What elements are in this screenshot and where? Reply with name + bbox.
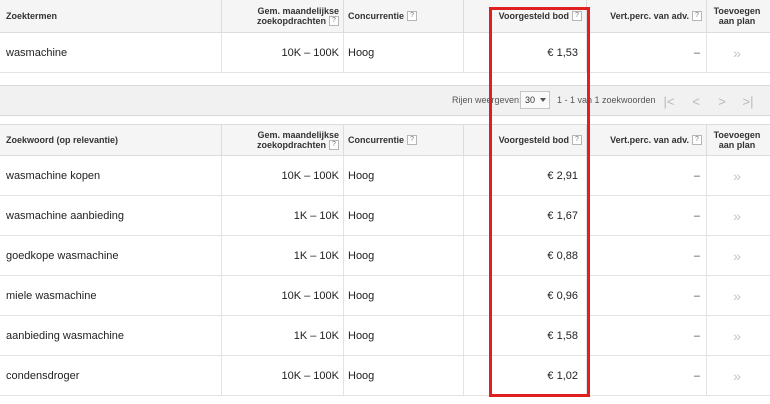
col-header-searches-line1: Gem. maandelijkse xyxy=(257,129,339,140)
row-competition: Hoog xyxy=(348,169,375,182)
col-header-add-line1: Toevoegen xyxy=(713,130,761,140)
help-icon[interactable]: ? xyxy=(692,135,702,145)
col-header-bid[interactable]: Voorgesteld bod? xyxy=(464,0,586,32)
col-header-searches-line2: zoekopdrachten xyxy=(256,139,326,150)
row-bid: € 1,58 xyxy=(547,329,578,342)
row-term: wasmachine xyxy=(6,46,68,59)
row-share: – xyxy=(693,289,700,302)
row-competition: Hoog xyxy=(348,46,375,59)
help-icon[interactable]: ? xyxy=(692,11,702,21)
col-header-bid[interactable]: Voorgesteld bod? xyxy=(464,125,586,155)
row-term: miele wasmachine xyxy=(6,289,97,302)
add-to-plan-button[interactable]: » xyxy=(707,356,767,395)
add-to-plan-button[interactable]: » xyxy=(707,156,767,195)
row-competition: Hoog xyxy=(348,209,375,222)
col-header-searches-line2: zoekopdrachten xyxy=(256,15,326,26)
pagination-bar: Rijen weergeven: 30 1 - 1 van 1 zoekwoor… xyxy=(0,85,770,116)
col-header-add: Toevoegen aan plan xyxy=(707,125,767,155)
col-header-competition[interactable]: Concurrentie? xyxy=(348,125,463,155)
table-row: wasmachine aanbieding 1K – 10K Hoog € 1,… xyxy=(0,196,770,236)
row-competition: Hoog xyxy=(348,289,375,302)
pagination-range: 1 - 1 van 1 zoekwoorden xyxy=(557,95,656,105)
table-row: aanbieding wasmachine 1K – 10K Hoog € 1,… xyxy=(0,316,770,356)
row-bid: € 0,96 xyxy=(547,289,578,302)
table-row: condensdroger 10K – 100K Hoog € 1,02 – » xyxy=(0,356,770,396)
add-to-plan-button[interactable]: » xyxy=(707,33,767,72)
col-header-searches[interactable]: Gem. maandelijkse zoekopdrachten? xyxy=(222,0,343,32)
col-header-add: Toevoegen aan plan xyxy=(707,0,767,32)
col-header-competition[interactable]: Concurrentie? xyxy=(348,0,463,32)
row-searches: 1K – 10K xyxy=(293,329,339,342)
col-header-add-line2: aan plan xyxy=(718,140,756,150)
help-icon[interactable]: ? xyxy=(407,11,418,21)
col-header-searches[interactable]: Gem. maandelijkse zoekopdrachten? xyxy=(222,125,343,155)
col-header-term-label: Zoekwoord (op relevantie) xyxy=(6,135,119,145)
row-bid: € 1,53 xyxy=(547,46,578,59)
table-row: miele wasmachine 10K – 100K Hoog € 0,96 … xyxy=(0,276,770,316)
row-competition: Hoog xyxy=(348,329,375,342)
row-searches: 10K – 100K xyxy=(281,289,340,302)
col-header-bid-label: Voorgesteld bod xyxy=(498,135,569,145)
col-header-searches-line1: Gem. maandelijkse xyxy=(257,5,339,16)
keyword-ideas-header-row: Zoekwoord (op relevantie) Gem. maandelij… xyxy=(0,124,770,156)
table-row: wasmachine kopen 10K – 100K Hoog € 2,91 … xyxy=(0,156,770,196)
row-term: wasmachine kopen xyxy=(6,169,101,182)
col-header-share-label: Vert.perc. van adv. xyxy=(610,11,689,21)
row-bid: € 2,91 xyxy=(547,169,578,182)
col-header-share-label: Vert.perc. van adv. xyxy=(610,135,689,145)
col-header-term[interactable]: Zoektermen xyxy=(6,0,221,32)
row-searches: 10K – 100K xyxy=(281,46,340,59)
col-header-competition-label: Concurrentie xyxy=(348,135,405,145)
help-icon[interactable]: ? xyxy=(572,135,582,145)
row-bid: € 1,02 xyxy=(547,369,578,382)
row-searches: 1K – 10K xyxy=(293,209,339,222)
add-to-plan-button[interactable]: » xyxy=(707,196,767,235)
add-to-plan-button[interactable]: » xyxy=(707,276,767,315)
rows-per-page-select[interactable]: 30 xyxy=(520,91,550,109)
search-terms-header-row: Zoektermen Gem. maandelijkse zoekopdrach… xyxy=(0,0,770,33)
chevron-down-icon xyxy=(540,98,546,102)
row-share: – xyxy=(693,369,700,382)
col-header-term[interactable]: Zoekwoord (op relevantie) xyxy=(6,125,221,155)
row-searches: 1K – 10K xyxy=(293,249,339,262)
first-page-button[interactable]: |< xyxy=(659,91,679,111)
row-term: aanbieding wasmachine xyxy=(6,329,125,342)
col-header-share[interactable]: Vert.perc. van adv.? xyxy=(587,0,706,32)
row-share: – xyxy=(693,249,700,262)
table-row: wasmachine 10K – 100K Hoog € 1,53 – » xyxy=(0,33,770,73)
col-header-add-line1: Toevoegen xyxy=(713,6,761,16)
help-icon[interactable]: ? xyxy=(329,16,339,27)
help-icon[interactable]: ? xyxy=(572,11,582,21)
col-header-bid-label: Voorgesteld bod xyxy=(498,11,569,21)
last-page-button[interactable]: >| xyxy=(738,91,758,111)
col-header-term-label: Zoektermen xyxy=(6,11,58,21)
row-competition: Hoog xyxy=(348,369,375,382)
row-bid: € 1,67 xyxy=(547,209,578,222)
row-term: wasmachine aanbieding xyxy=(6,209,125,222)
next-page-button[interactable]: > xyxy=(712,91,732,111)
help-icon[interactable]: ? xyxy=(329,140,339,151)
add-to-plan-button[interactable]: » xyxy=(707,236,767,275)
table-row: goedkope wasmachine 1K – 10K Hoog € 0,88… xyxy=(0,236,770,276)
row-share: – xyxy=(693,169,700,182)
col-header-add-line2: aan plan xyxy=(718,16,756,26)
row-term: condensdroger xyxy=(6,369,80,382)
rows-per-page-value: 30 xyxy=(525,95,536,105)
add-to-plan-button[interactable]: » xyxy=(707,316,767,355)
search-terms-table: Zoektermen Gem. maandelijkse zoekopdrach… xyxy=(0,0,770,85)
row-searches: 10K – 100K xyxy=(281,369,340,382)
row-competition: Hoog xyxy=(348,249,375,262)
row-term: goedkope wasmachine xyxy=(6,249,119,262)
row-share: – xyxy=(693,209,700,222)
help-icon[interactable]: ? xyxy=(407,135,418,145)
row-bid: € 0,88 xyxy=(547,249,578,262)
col-header-share[interactable]: Vert.perc. van adv.? xyxy=(587,125,706,155)
rows-per-page-label: Rijen weergeven: xyxy=(452,95,522,105)
row-share: – xyxy=(693,46,700,59)
row-searches: 10K – 100K xyxy=(281,169,340,182)
keyword-ideas-table: Zoekwoord (op relevantie) Gem. maandelij… xyxy=(0,124,770,404)
row-share: – xyxy=(693,329,700,342)
col-header-competition-label: Concurrentie xyxy=(348,11,405,21)
prev-page-button[interactable]: < xyxy=(686,91,706,111)
